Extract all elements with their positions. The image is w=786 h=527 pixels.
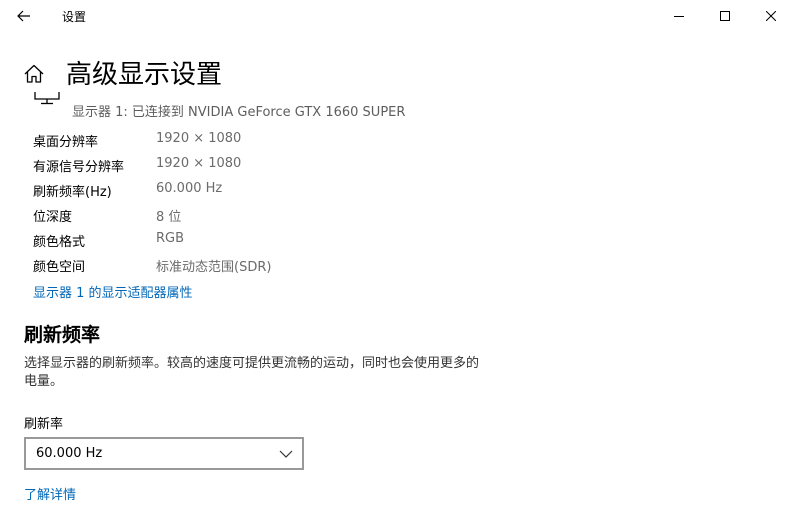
back-button[interactable] <box>10 4 38 28</box>
monitor-icon <box>34 92 60 105</box>
title-bar: 设置 <box>0 0 786 34</box>
refresh-rate-selected-value: 60.000 Hz <box>36 446 103 461</box>
refresh-rate-description: 选择显示器的刷新频率。较高的速度可提供更流畅的运动，同时也会使用更多的电量。 <box>24 356 480 389</box>
info-key: 颜色空间 <box>33 260 86 275</box>
maximize-button[interactable] <box>708 4 742 28</box>
maximize-icon <box>720 11 730 21</box>
refresh-rate-field-label: 刷新率 <box>24 417 64 432</box>
close-button[interactable] <box>754 4 786 28</box>
refresh-rate-section-title: 刷新频率 <box>24 324 101 346</box>
info-key: 位深度 <box>33 210 73 225</box>
page-title: 高级显示设置 <box>66 60 223 90</box>
info-key: 颜色格式 <box>33 235 86 250</box>
info-value: RGB <box>156 231 185 246</box>
display-adapter-properties-link[interactable]: 显示器 1 的显示适配器属性 <box>33 282 193 301</box>
app-title: 设置 <box>62 10 87 24</box>
refresh-rate-dropdown[interactable]: 60.000 Hz <box>24 437 304 470</box>
close-icon <box>766 11 776 21</box>
learn-more-link[interactable]: 了解详情 <box>24 484 76 503</box>
info-value: 1920 × 1080 <box>156 156 242 171</box>
info-key: 有源信号分辨率 <box>33 160 125 175</box>
info-value: 标准动态范围(SDR) <box>156 260 272 275</box>
info-value: 8 位 <box>156 210 182 225</box>
minimize-icon <box>674 16 684 17</box>
home-icon[interactable] <box>22 62 46 86</box>
info-key: 刷新频率(Hz) <box>33 185 112 200</box>
info-key: 桌面分辨率 <box>33 135 99 150</box>
info-value: 1920 × 1080 <box>156 131 242 146</box>
info-value: 60.000 Hz <box>156 181 223 196</box>
back-arrow-icon <box>17 10 30 22</box>
display-connection-label: 显示器 1: 已连接到 NVIDIA GeForce GTX 1660 SUPE… <box>72 105 406 120</box>
chevron-down-icon <box>279 450 293 458</box>
minimize-button[interactable] <box>662 4 696 28</box>
